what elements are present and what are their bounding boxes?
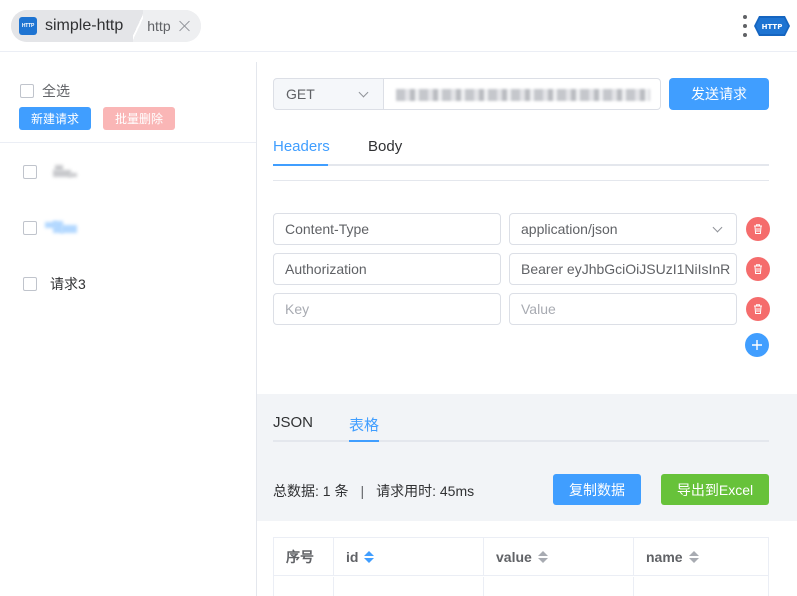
response-tabs: JSON 表格 [273, 406, 769, 442]
column-header[interactable]: value [484, 538, 634, 576]
table-cell [334, 577, 484, 596]
column-label: 序号 [286, 548, 314, 565]
app-tab[interactable]: HTTP simple-http [11, 10, 134, 42]
breadcrumb: HTTP simple-http http [11, 10, 201, 42]
chevron-down-icon [358, 87, 369, 98]
http-app-icon: HTTP [19, 17, 37, 35]
header-value: application/json [521, 221, 618, 237]
sidebar-toolbar: 全选 新建请求 批量删除 [0, 62, 256, 143]
send-request-button[interactable]: 发送请求 [669, 78, 769, 110]
redacted-url [396, 89, 650, 101]
tab-headers[interactable]: Headers [273, 138, 330, 155]
column-label: id [346, 548, 359, 565]
more-vertical-icon[interactable] [742, 15, 748, 37]
column-header[interactable]: id [334, 538, 484, 576]
tab-body[interactable]: Body [368, 138, 402, 155]
divider [273, 180, 769, 181]
response-stats: 总数据: 1 条 | 请求用时: 45ms [273, 481, 474, 501]
svg-text:HTTP: HTTP [762, 23, 783, 31]
sort-caret-icon[interactable] [364, 550, 375, 563]
list-item[interactable] [23, 218, 77, 238]
tab-table[interactable]: 表格 [349, 414, 379, 435]
request-panel: GET 发送请求 Headers Body Content-Type appli… [257, 62, 797, 596]
app-title: simple-http [45, 17, 124, 34]
new-request-button[interactable]: 新建请求 [19, 107, 91, 130]
total-count: 总数据: 1 条 [273, 483, 349, 499]
http-logo-icon: HTTP [754, 16, 790, 36]
method-select[interactable]: GET [273, 78, 384, 110]
trash-icon[interactable] [746, 217, 770, 241]
title-bar: HTTP simple-http http HTTP [0, 0, 797, 52]
trash-icon[interactable] [746, 297, 770, 321]
header-key-input[interactable]: Key [273, 293, 501, 325]
request-tabs: Headers Body [273, 130, 769, 166]
checkbox[interactable] [23, 277, 37, 291]
header-row: Authorization Bearer eyJhbGciOiJSUzI1NiI… [273, 253, 793, 285]
table-cell [274, 577, 334, 596]
active-tab-indicator [273, 164, 328, 166]
trash-icon[interactable] [746, 257, 770, 281]
close-icon[interactable] [179, 20, 191, 32]
select-all-checkbox[interactable]: 全选 [20, 81, 70, 101]
column-header[interactable]: name [634, 538, 768, 576]
list-item-label: 请求3 [50, 276, 86, 292]
chevron-down-icon [712, 222, 723, 233]
table-cell [484, 577, 634, 596]
sort-caret-icon[interactable] [537, 550, 548, 563]
select-all-label: 全选 [42, 83, 70, 99]
stats-separator: | [360, 483, 365, 499]
column-label: name [646, 548, 683, 565]
header-key-input[interactable]: Content-Type [273, 213, 501, 245]
redacted-label [45, 221, 77, 235]
column-header: 序号 [274, 538, 334, 576]
header-value-select[interactable]: application/json [509, 213, 737, 245]
data-table: 序号 id value name [273, 537, 769, 596]
tab-http[interactable]: http [143, 10, 201, 42]
method-value: GET [286, 86, 315, 102]
table-container: 序号 id value name [257, 521, 797, 596]
header-value-input[interactable]: Value [509, 293, 737, 325]
plus-icon[interactable] [745, 333, 769, 357]
tab-separator [133, 10, 144, 42]
header-row: Key Value [273, 293, 793, 325]
tab-json[interactable]: JSON [273, 414, 313, 431]
batch-delete-button[interactable]: 批量删除 [103, 107, 175, 130]
sort-caret-icon[interactable] [688, 550, 699, 563]
header-key-input[interactable]: Authorization [273, 253, 501, 285]
list-item[interactable]: 请求3 [23, 274, 86, 294]
url-input[interactable] [383, 78, 661, 110]
active-tab-indicator [349, 440, 379, 442]
sidebar: 全选 新建请求 批量删除 请求3 [0, 62, 257, 596]
checkbox[interactable] [23, 221, 37, 235]
request-time: 请求用时: 45ms [376, 483, 475, 499]
header-value-input[interactable]: Bearer eyJhbGciOiJSUzI1NiIsInR [509, 253, 737, 285]
checkbox[interactable] [20, 84, 34, 98]
response-panel: JSON 表格 总数据: 1 条 | 请求用时: 45ms 复制数据 导出到Ex… [257, 394, 797, 596]
export-excel-button[interactable]: 导出到Excel [661, 474, 769, 505]
tab-label: http [147, 18, 171, 34]
column-label: value [496, 548, 532, 565]
copy-data-button[interactable]: 复制数据 [553, 474, 641, 505]
header-row: Content-Type application/json [273, 213, 793, 245]
list-item[interactable] [23, 162, 77, 182]
redacted-label [53, 165, 77, 179]
checkbox[interactable] [23, 165, 37, 179]
